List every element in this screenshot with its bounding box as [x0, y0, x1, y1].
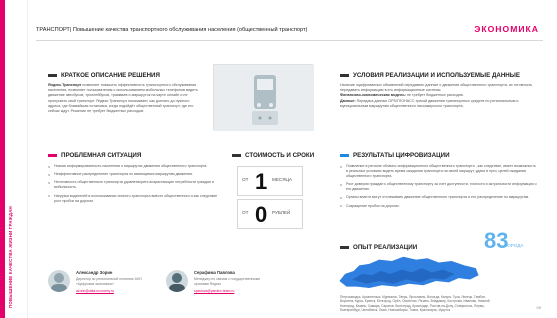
person-email-link[interactable]: azorin@data-economy.ru — [76, 289, 114, 293]
sidebar-vertical-title: ПОВЫШЕНИЕ КАЧЕСТВА ЖИЗНИ ГРАЖДАН — [8, 206, 13, 308]
section-marker — [340, 245, 349, 249]
page-title: ТРАНСПОРТ| Повышение качества транспортн… — [36, 27, 308, 33]
russia-map-icon — [339, 256, 479, 289]
list-item: Органы власти могут отслеживать движение… — [340, 195, 538, 200]
description-text: Яндекс.Транспорт позволяет повысить эффе… — [48, 83, 198, 114]
list-item: Неготовность общественного транспорта уд… — [48, 180, 218, 190]
section-title-experience: ОПЫТ РЕАЛИЗАЦИИ — [340, 244, 417, 251]
duration-unit: МЕСЯЦА — [272, 177, 292, 182]
conditions-text: Наличие оцифрованных объявлений передава… — [340, 83, 533, 108]
price-unit: РУБЛЕЙ — [272, 210, 291, 215]
section-title-results: РЕЗУЛЬТАТЫ ЦИФРОВИЗАЦИИ — [340, 152, 450, 159]
price-from-label: ОТ — [242, 210, 249, 215]
section-title-problem: ПРОБЛЕМНАЯ СИТУАЦИЯ — [48, 152, 141, 159]
avatar — [166, 270, 188, 292]
list-item: Появление в регионе облачно-информационн… — [340, 164, 538, 179]
duration-box: ОТ 1 МЕСЯЦА — [237, 166, 303, 196]
section-marker — [48, 153, 57, 157]
section-marker — [232, 153, 241, 157]
header-divider — [36, 40, 543, 41]
duration-from-label: ОТ — [242, 177, 249, 182]
bus-stop-image — [213, 64, 314, 131]
section-title-description: КРАТКОЕ ОПИСАНИЕ РЕШЕНИЯ — [48, 72, 160, 79]
brand-logo: ЭКОНОМИКА — [474, 24, 539, 34]
person-name: Серафима Павлова — [194, 270, 235, 275]
problem-list: Низкая информированность населения о мар… — [48, 164, 218, 207]
section-marker — [48, 73, 57, 77]
list-item: Сокращение пробок на дорогах. — [340, 204, 538, 209]
bus-icon — [214, 65, 314, 131]
page-number: 09 — [536, 305, 541, 310]
section-marker — [340, 73, 349, 77]
list-item: Нагрузки водителей в использовании лично… — [48, 194, 218, 204]
section-title-cost: СТОИМОСТЬ И СРОКИ — [232, 152, 314, 159]
cities-label: ГОРОДА — [505, 243, 524, 248]
results-list: Появление в регионе облачно-информационн… — [340, 164, 538, 212]
section-marker — [340, 153, 349, 157]
price-value: 0 — [255, 202, 268, 227]
sidebar: ПОВЫШЕНИЕ КАЧЕСТВА ЖИЗНИ ГРАЖДАН — [0, 0, 28, 318]
avatar — [48, 270, 70, 292]
price-box: ОТ 0 РУБЛЕЙ — [237, 199, 303, 229]
cities-count: 83 — [484, 228, 509, 253]
person-name: Александр Зорин — [76, 270, 113, 275]
person-email-link[interactable]: spavlova@yandex-team.ru — [194, 289, 234, 293]
list-item: Низкая информированность населения о мар… — [48, 164, 218, 169]
cities-caption: Петрозаводск, Архангельск, Мурманск, Тве… — [340, 295, 490, 313]
duration-value: 1 — [255, 169, 268, 194]
sidebar-accent-stripe — [0, 0, 5, 318]
section-title-conditions: УСЛОВИЯ РЕАЛИЗАЦИИ И ИСПОЛЬЗУЕМЫЕ ДАННЫЕ — [340, 72, 520, 79]
person-role: Директор по региональной политике АНО «Ц… — [76, 277, 142, 286]
list-item: Неэффективное распределение транспорта п… — [48, 172, 218, 177]
person-role: Менеджер по связям с государственными ор… — [194, 277, 261, 286]
list-item: Рост доверия граждан к общественному тра… — [340, 182, 538, 192]
